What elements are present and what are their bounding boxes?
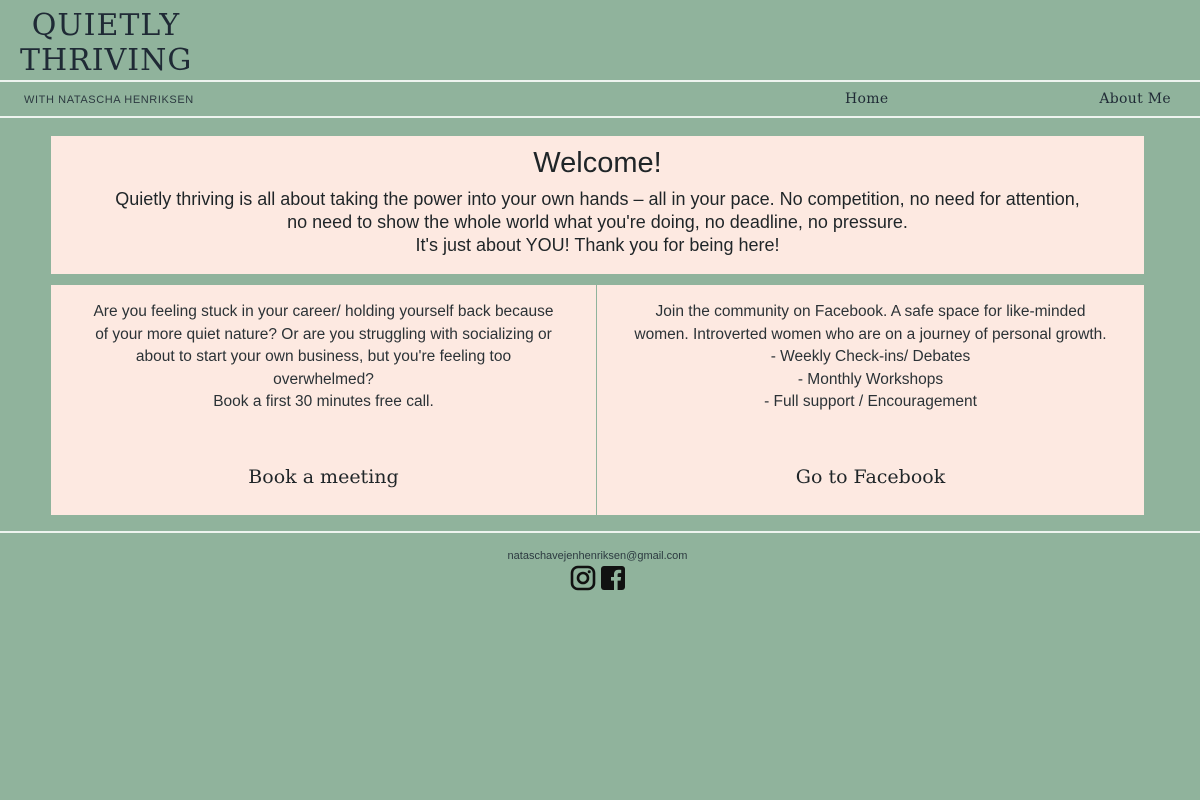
header-divider-top bbox=[0, 80, 1200, 82]
welcome-text: Quietly thriving is all about taking the… bbox=[51, 188, 1144, 257]
book-meeting-button[interactable]: Book a meeting bbox=[51, 465, 596, 489]
welcome-text-line-1: Quietly thriving is all about taking the… bbox=[115, 189, 1080, 209]
offer-cards: Are you feeling stuck in your career/ ho… bbox=[51, 285, 1144, 515]
coaching-card-text: Are you feeling stuck in your career/ ho… bbox=[69, 301, 578, 414]
facebook-icon[interactable] bbox=[600, 565, 626, 591]
footer-email[interactable]: nataschavejenhenriksen@gmail.com bbox=[0, 550, 1195, 562]
nav-about-link[interactable]: About Me bbox=[1099, 91, 1171, 107]
community-text-line: women. Introverted women who are on a jo… bbox=[634, 325, 1107, 343]
social-links bbox=[570, 565, 626, 591]
coaching-text-line: about to start your own business, but yo… bbox=[135, 348, 512, 365]
community-text-line: - Weekly Check-ins/ Debates bbox=[770, 348, 971, 365]
go-to-facebook-button[interactable]: Go to Facebook bbox=[597, 465, 1144, 489]
site-logo[interactable]: QUIETLY THRIVING bbox=[20, 8, 192, 78]
instagram-icon[interactable] bbox=[570, 565, 596, 591]
nav-home-link[interactable]: Home bbox=[845, 91, 888, 107]
footer-divider bbox=[0, 531, 1200, 533]
community-card: Join the community on Facebook. A safe s… bbox=[597, 285, 1144, 515]
coaching-text-line: Book a first 30 minutes free call. bbox=[213, 393, 434, 410]
logo-line-1: QUIETLY bbox=[31, 8, 181, 43]
welcome-text-line-2: no need to show the whole world what you… bbox=[287, 212, 908, 232]
page: QUIETLY THRIVING WITH NATASCHA HENRIKSEN… bbox=[0, 0, 1200, 800]
coaching-text-line: overwhelmed? bbox=[273, 370, 374, 388]
community-text-line: - Full support / Encouragement bbox=[764, 393, 977, 410]
tagline: WITH NATASCHA HENRIKSEN bbox=[24, 94, 194, 106]
community-text-line: - Monthly Workshops bbox=[797, 370, 944, 388]
welcome-card: Welcome! Quietly thriving is all about t… bbox=[51, 136, 1144, 274]
coaching-text-line: of your more quiet nature? Or are you st… bbox=[95, 325, 552, 343]
welcome-text-line-3: It's just about YOU! Thank you for being… bbox=[415, 235, 780, 255]
logo-line-2: THRIVING bbox=[20, 43, 193, 78]
coaching-card: Are you feeling stuck in your career/ ho… bbox=[51, 285, 596, 515]
header-divider-bottom bbox=[0, 116, 1200, 118]
community-card-text: Join the community on Facebook. A safe s… bbox=[615, 301, 1126, 414]
community-text-line: Join the community on Facebook. A safe s… bbox=[655, 303, 1086, 320]
welcome-title: Welcome! bbox=[533, 147, 662, 179]
coaching-text-line: Are you feeling stuck in your career/ ho… bbox=[93, 303, 554, 320]
